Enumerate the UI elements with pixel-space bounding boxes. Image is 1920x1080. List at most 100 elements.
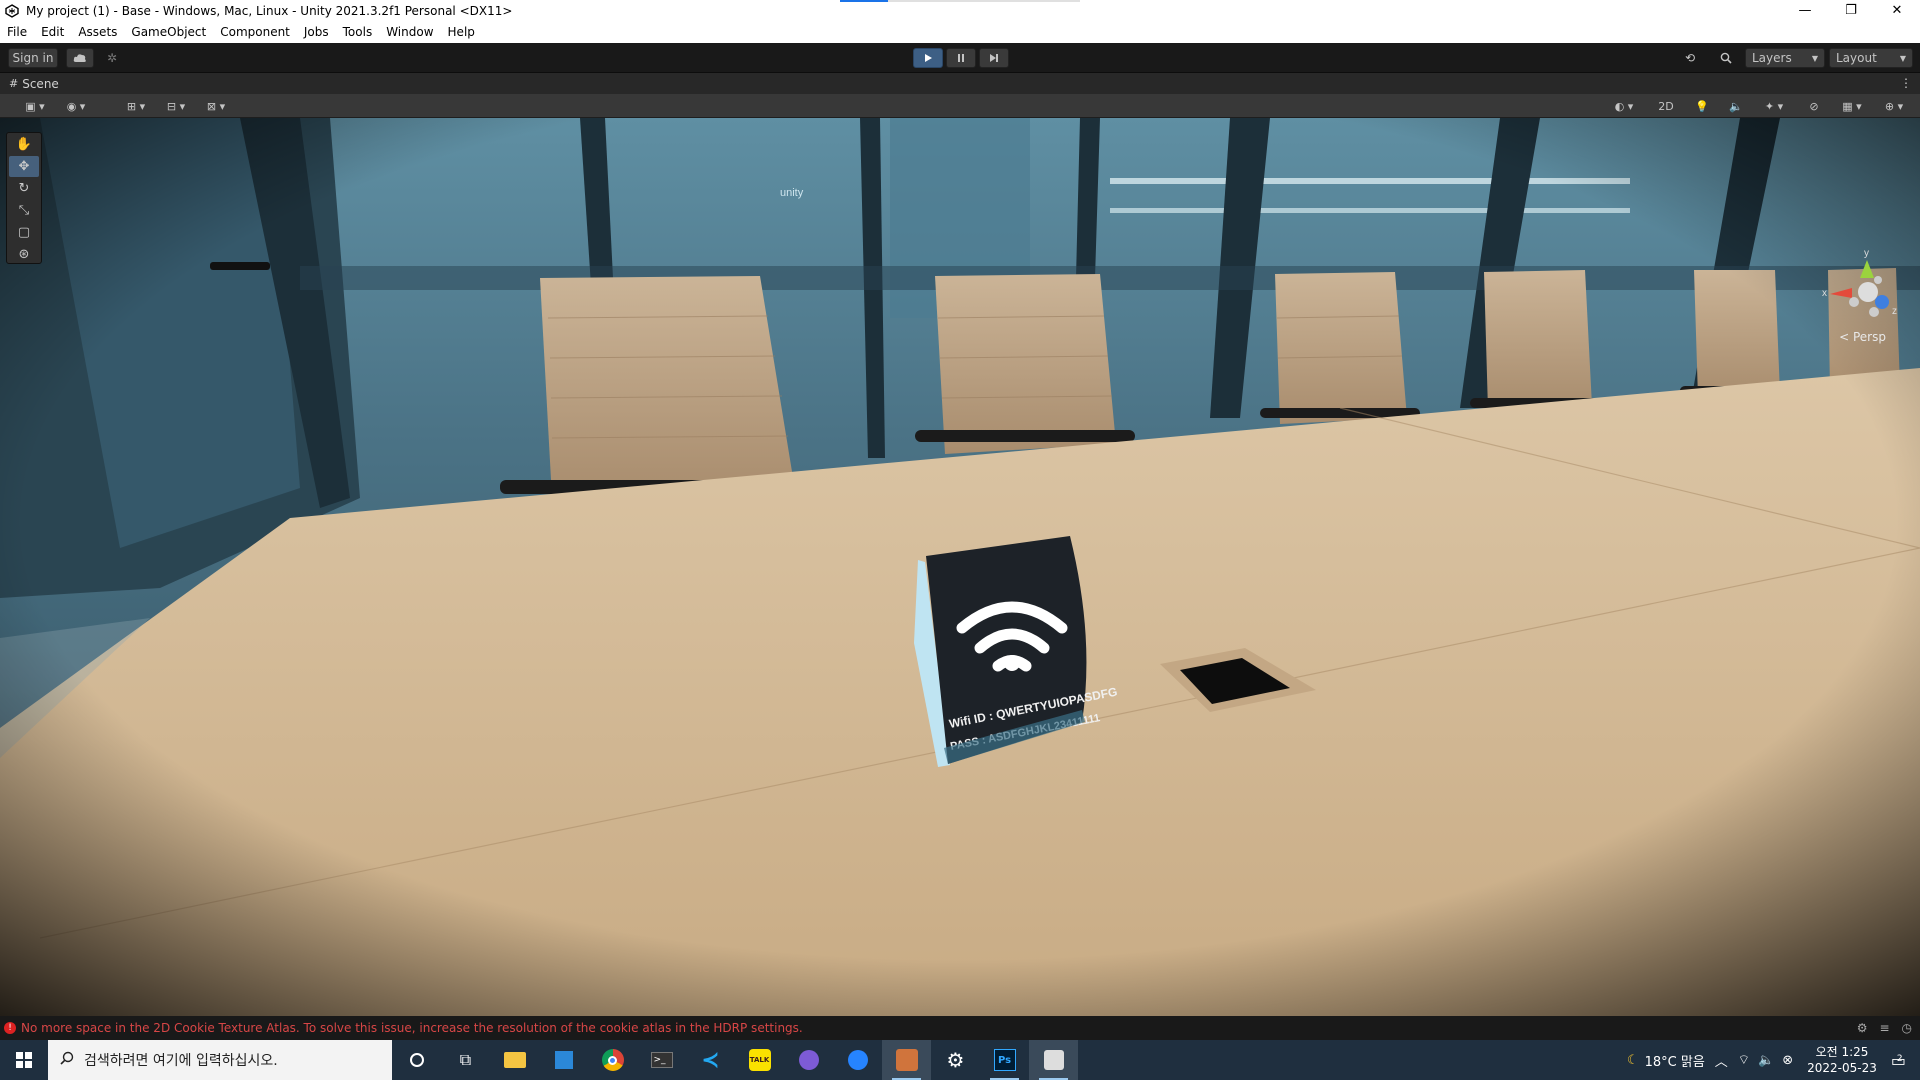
- cortana-icon: [409, 1053, 424, 1067]
- scene-tab-bar: # Scene ⋮: [0, 73, 1920, 94]
- notification-count: 2: [1896, 1053, 1903, 1064]
- tab-scene[interactable]: Scene: [22, 77, 59, 91]
- scene-view-toolbar: ▣ ▾ ◉ ▾ ⊞ ▾ ⊟ ▾ ⊠ ▾ ◐ ▾ 2D 💡 🔈 ✦ ▾ ⊘ ▦ ▾…: [0, 94, 1920, 118]
- file-explorer-button[interactable]: [490, 1040, 539, 1080]
- gizmo-y-label: y: [1864, 248, 1869, 259]
- stack-icon[interactable]: ≡: [1879, 1021, 1889, 1035]
- collab-button[interactable]: ✲: [100, 48, 124, 68]
- clock[interactable]: 오전 1:25 2022-05-23: [1799, 1044, 1885, 1076]
- github-icon: [798, 1050, 819, 1070]
- chevron-up-icon[interactable]: ︿: [1715, 1051, 1728, 1070]
- search-button[interactable]: [1712, 48, 1740, 68]
- sourcetree-button[interactable]: [833, 1040, 882, 1080]
- unity-editor-button[interactable]: [1029, 1040, 1078, 1080]
- chrome-button[interactable]: [588, 1040, 637, 1080]
- eye-slash-icon: ⊘: [1809, 99, 1819, 113]
- title-bar: My project (1) - Base - Windows, Mac, Li…: [0, 0, 1920, 21]
- global-toggle[interactable]: ◉ ▾: [58, 96, 94, 116]
- globe-icon: ◉ ▾: [66, 99, 86, 113]
- task-view-button[interactable]: ⧉: [441, 1040, 490, 1080]
- history-button[interactable]: ⟲: [1676, 48, 1704, 68]
- orientation-gizmo[interactable]: y x z: [1822, 244, 1902, 344]
- cortana-button[interactable]: [392, 1040, 441, 1080]
- menu-edit[interactable]: Edit: [34, 25, 71, 39]
- step-icon: [990, 54, 998, 62]
- weather-text[interactable]: 18°C 맑음: [1645, 1051, 1705, 1070]
- snap-toggle[interactable]: ⊟ ▾: [158, 96, 194, 116]
- menu-bar: File Edit Assets GameObject Component Jo…: [0, 21, 1920, 43]
- transform-tool-icon[interactable]: ⊛: [9, 244, 39, 265]
- search-icon: [60, 1051, 74, 1069]
- menu-file[interactable]: File: [0, 25, 34, 39]
- menu-help[interactable]: Help: [441, 25, 482, 39]
- cloud-button[interactable]: [66, 48, 94, 68]
- maximize-button[interactable]: ❐: [1828, 0, 1874, 21]
- more-options-icon[interactable]: ⋮: [1900, 76, 1912, 90]
- start-button[interactable]: [0, 1040, 48, 1080]
- scene-render: unity: [0, 118, 1920, 1016]
- scene-viewport[interactable]: unity: [0, 118, 1920, 1016]
- console-status-bar[interactable]: ! No more space in the 2D Cookie Texture…: [0, 1016, 1920, 1040]
- search-placeholder: 검색하려면 여기에 입력하십시오.: [84, 1053, 278, 1069]
- scale-tool-icon[interactable]: ⤡: [9, 200, 39, 221]
- system-tray: ☾ 18°C 맑음 ︿ ⌔ 🔈 ⊗ 오전 1:25 2022-05-23 ▭ 2: [1627, 1040, 1920, 1080]
- layers-label: Layers: [1752, 51, 1792, 65]
- auto-refresh-icon[interactable]: ◷: [1902, 1021, 1912, 1035]
- increment-snap[interactable]: ⊠ ▾: [198, 96, 234, 116]
- vscode-button[interactable]: ≺: [686, 1040, 735, 1080]
- moon-icon: ☾: [1626, 1052, 1639, 1068]
- gizmos-dropdown[interactable]: ⊕ ▾: [1876, 96, 1912, 116]
- store-button[interactable]: [539, 1040, 588, 1080]
- play-button[interactable]: [913, 48, 943, 68]
- minimize-button[interactable]: —: [1782, 0, 1828, 21]
- menu-assets[interactable]: Assets: [71, 25, 124, 39]
- menu-window[interactable]: Window: [379, 25, 440, 39]
- volume-icon[interactable]: 🔈: [1758, 1053, 1774, 1068]
- effects-dropdown[interactable]: ✦ ▾: [1756, 96, 1792, 116]
- draw-mode-icon: ▣ ▾: [25, 99, 45, 113]
- kakaotalk-icon: TALK: [748, 1049, 771, 1071]
- settings-button[interactable]: ⚙: [931, 1040, 980, 1080]
- step-button[interactable]: [979, 48, 1009, 68]
- audio-toggle[interactable]: 🔈: [1722, 96, 1750, 116]
- photoshop-button[interactable]: Ps: [980, 1040, 1029, 1080]
- camera-icon: ▦ ▾: [1842, 99, 1862, 113]
- layers-dropdown[interactable]: Layers ▼: [1745, 48, 1825, 68]
- pause-button[interactable]: [946, 48, 976, 68]
- main-toolbar: Sign in ✲ ⟲ Layers ▼ Layout ▼: [0, 43, 1920, 73]
- rect-tool-icon[interactable]: ▢: [9, 222, 39, 243]
- rotate-tool-icon[interactable]: ↻: [9, 178, 39, 199]
- move-tool-icon[interactable]: ✥: [9, 156, 39, 177]
- 2d-toggle[interactable]: 2D: [1652, 96, 1680, 116]
- projection-label[interactable]: < Persp: [1839, 330, 1886, 344]
- github-desktop-button[interactable]: [784, 1040, 833, 1080]
- window-title: My project (1) - Base - Windows, Mac, Li…: [26, 3, 513, 18]
- terminal-button[interactable]: >_: [637, 1040, 686, 1080]
- kakaotalk-button[interactable]: TALK: [735, 1040, 784, 1080]
- menu-jobs[interactable]: Jobs: [297, 25, 336, 39]
- pause-icon: [958, 54, 964, 62]
- shading-mode-dropdown[interactable]: ◐ ▾: [1606, 96, 1642, 116]
- lighting-toggle[interactable]: 💡: [1688, 96, 1716, 116]
- snap-icon: ⊟ ▾: [166, 99, 186, 113]
- layout-dropdown[interactable]: Layout ▼: [1829, 48, 1913, 68]
- grid-toggle[interactable]: ⊞ ▾: [118, 96, 154, 116]
- menu-component[interactable]: Component: [213, 25, 297, 39]
- menu-gameobject[interactable]: GameObject: [124, 25, 213, 39]
- hidden-objects-toggle[interactable]: ⊘: [1800, 96, 1828, 116]
- camera-dropdown[interactable]: ▦ ▾: [1834, 96, 1870, 116]
- unity-hub-icon: [895, 1049, 918, 1071]
- unity-hub-button[interactable]: [882, 1040, 931, 1080]
- input-method-icon[interactable]: ⊗: [1782, 1053, 1793, 1068]
- debug-icon[interactable]: ⚙: [1857, 1021, 1868, 1035]
- taskbar-search[interactable]: 검색하려면 여기에 입력하십시오.: [48, 1040, 392, 1080]
- hand-tool-icon[interactable]: ✋: [9, 134, 39, 155]
- menu-tools[interactable]: Tools: [336, 25, 380, 39]
- sign-in-button[interactable]: Sign in: [8, 48, 58, 68]
- wifi-icon[interactable]: ⌔: [1738, 1052, 1750, 1068]
- gizmo-x-label: x: [1822, 288, 1827, 299]
- draw-mode-dropdown[interactable]: ▣ ▾: [18, 96, 52, 116]
- notification-center[interactable]: ▭ 2: [1891, 1051, 1906, 1070]
- play-icon: [925, 54, 932, 62]
- close-button[interactable]: ✕: [1874, 0, 1920, 21]
